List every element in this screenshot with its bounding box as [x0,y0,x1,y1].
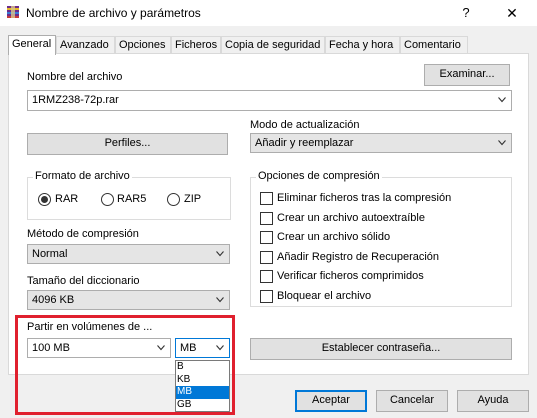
help-button[interactable]: Ayuda [457,390,529,412]
tab-opciones[interactable]: Opciones [115,36,171,54]
checkbox-verify[interactable] [260,270,273,283]
chevron-down-icon[interactable] [216,297,224,303]
checkbox-lock-label[interactable]: Bloquear el archivo [277,290,371,302]
compression-method-select[interactable]: Normal [27,244,230,264]
ok-button[interactable]: Aceptar [295,390,367,412]
archive-name-value: 1RMZ238-72p.rar [32,94,119,106]
radio-rar5[interactable] [101,193,114,206]
tab-comentario[interactable]: Comentario [400,36,468,54]
dictionary-size-label: Tamaño del diccionario [27,275,140,287]
checkbox-sfx[interactable] [260,212,273,225]
split-unit-dropdown-list: B KB MB GB [175,360,230,412]
radio-zip-label[interactable]: ZIP [184,193,201,205]
archive-name-combo[interactable]: 1RMZ238-72p.rar [27,90,512,111]
dictionary-size-value: 4096 KB [32,294,75,306]
unit-option-b[interactable]: B [176,361,229,374]
checkbox-recovery-record-label[interactable]: Añadir Registro de Recuperación [277,251,439,263]
unit-option-kb[interactable]: KB [176,374,229,387]
chevron-down-icon[interactable] [498,97,506,103]
checkbox-solid-label[interactable]: Crear un archivo sólido [277,231,390,243]
archive-name-label: Nombre del archivo [27,71,123,83]
close-button[interactable]: ✕ [500,4,524,22]
update-mode-value: Añadir y reemplazar [255,137,354,149]
winrar-app-icon [7,6,19,18]
update-mode-select[interactable]: Añadir y reemplazar [250,133,512,153]
checkbox-sfx-label[interactable]: Crear un archivo autoextraíble [277,212,425,224]
checkbox-delete-files[interactable] [260,192,273,205]
radio-rar[interactable] [38,193,51,206]
compression-method-value: Normal [32,248,68,260]
update-mode-label: Modo de actualización [250,119,360,131]
dictionary-size-select[interactable]: 4096 KB [27,290,230,310]
tab-general[interactable]: General [8,35,56,55]
window-title: Nombre de archivo y parámetros [26,6,201,20]
help-title-button[interactable]: ? [456,4,476,22]
browse-button[interactable]: Examinar... [424,64,510,86]
unit-option-gb[interactable]: GB [176,399,229,412]
unit-option-mb[interactable]: MB [176,386,229,399]
profiles-button[interactable]: Perfiles... [27,133,228,155]
compression-method-label: Método de compresión [27,228,139,240]
checkbox-solid[interactable] [260,231,273,244]
radio-zip[interactable] [167,193,180,206]
chevron-down-icon[interactable] [498,140,506,146]
title-bar: Nombre de archivo y parámetros ? ✕ [0,0,537,26]
tab-copia-seguridad[interactable]: Copia de seguridad [221,36,325,54]
radio-rar5-label[interactable]: RAR5 [117,193,146,205]
radio-rar-label[interactable]: RAR [55,193,78,205]
tab-fecha-hora[interactable]: Fecha y hora [325,36,400,54]
compression-options-title: Opciones de compresión [256,170,382,182]
format-group-title: Formato de archivo [33,170,132,182]
tab-ficheros[interactable]: Ficheros [171,36,221,54]
tab-avanzado[interactable]: Avanzado [56,36,115,54]
set-password-button[interactable]: Establecer contraseña... [250,338,512,360]
checkbox-verify-label[interactable]: Verificar ficheros comprimidos [277,270,424,282]
checkbox-delete-files-label[interactable]: Eliminar ficheros tras la compresión [277,192,451,204]
checkbox-recovery-record[interactable] [260,251,273,264]
cancel-button[interactable]: Cancelar [376,390,448,412]
checkbox-lock[interactable] [260,290,273,303]
chevron-down-icon[interactable] [216,251,224,257]
